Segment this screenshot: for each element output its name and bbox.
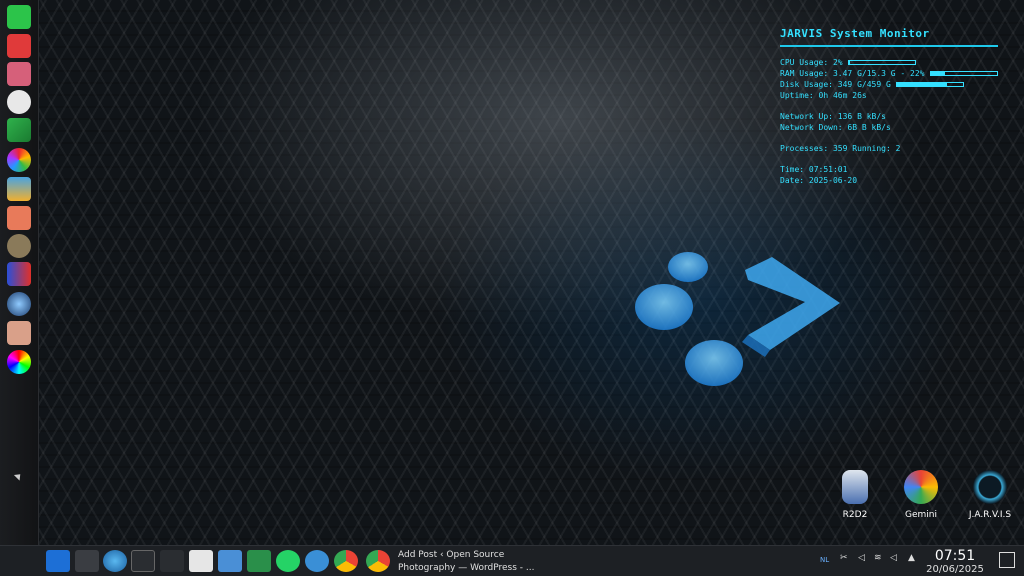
- kde-logo-art: [635, 252, 840, 386]
- desktop-icon-label: R2D2: [842, 510, 868, 520]
- scissors-icon[interactable]: ✂: [840, 553, 848, 563]
- clock-time: 07:51: [934, 548, 976, 564]
- kde-launcher-icon[interactable]: [46, 550, 70, 572]
- aperture-icon[interactable]: [7, 90, 31, 114]
- recycle-icon[interactable]: [247, 550, 271, 572]
- system-monitor-icon[interactable]: [131, 550, 155, 572]
- keyboard-layout-indicator[interactable]: NL: [820, 556, 829, 564]
- mouse-cursor-icon: [13, 471, 24, 481]
- window-title-line1: Add Post ‹ Open Source: [398, 550, 505, 560]
- r2d2-icon: [842, 470, 868, 504]
- date-text: Date: 2025-06-20: [780, 176, 858, 185]
- time-text: Time: 07:51:01: [780, 165, 848, 174]
- stack-icon[interactable]: [7, 262, 31, 286]
- taskbar-window-button[interactable]: Add Post ‹ Open Source Photography — Wor…: [398, 549, 534, 575]
- volume-icon[interactable]: ◁: [858, 553, 865, 563]
- ram-usage-row: RAM Usage: 3.47 G/15.3 G - 22%: [780, 68, 1000, 79]
- window-title-line2: Photography — WordPress - ...: [398, 563, 535, 573]
- cpu-usage-row: CPU Usage: 2%: [780, 57, 1000, 68]
- jarvis-icon: [973, 470, 1007, 504]
- chrome-icon[interactable]: [334, 550, 358, 572]
- gimp-icon[interactable]: [7, 234, 31, 258]
- network-down-text: Network Down: 6B B kB/s: [780, 123, 891, 132]
- whatsapp-icon[interactable]: [276, 550, 300, 572]
- left-dock: [0, 0, 39, 546]
- eye-icon[interactable]: [7, 321, 31, 345]
- desktop-icon-label: J.A.R.V.I.S: [968, 510, 1012, 520]
- monitor-divider: [780, 45, 998, 47]
- document-icon[interactable]: [189, 550, 213, 572]
- desktop-icon-jarvis[interactable]: J.A.R.V.I.S: [955, 470, 1024, 520]
- lens-icon[interactable]: [7, 292, 31, 316]
- show-desktop-button[interactable]: [999, 552, 1015, 568]
- ram-usage-text: RAM Usage: 3.47 G/15.3 G - 22%: [780, 69, 925, 78]
- clock[interactable]: 07:51 20/06/2025: [924, 548, 986, 576]
- camera-icon[interactable]: [7, 62, 31, 86]
- sync-green-icon[interactable]: [7, 5, 31, 29]
- disk-usage-text: Disk Usage: 349 G/459 G: [780, 80, 891, 89]
- taskbar: Add Post ‹ Open Source Photography — Wor…: [0, 545, 1024, 576]
- uptime-text: Uptime: 0h 46m 26s: [780, 91, 867, 100]
- cpu-usage-bar: [847, 60, 916, 65]
- cpu-usage-text: CPU Usage: 2%: [780, 58, 843, 67]
- image-viewer-icon[interactable]: [7, 177, 31, 201]
- network-app-icon[interactable]: [103, 550, 127, 572]
- processes-text: Processes: 359 Running: 2: [780, 144, 901, 153]
- tray-expand-icon[interactable]: ▲: [908, 553, 915, 563]
- network-up-text: Network Up: 136 B kB/s: [780, 112, 886, 121]
- desktop-icon-label: Gemini: [905, 510, 937, 520]
- paint-icon[interactable]: [7, 206, 31, 230]
- desktop-icon-r2d2[interactable]: R2D2: [820, 470, 890, 520]
- disk-usage-bar: [895, 82, 964, 87]
- colorwheel-icon[interactable]: [7, 148, 31, 172]
- disk-usage-row: Disk Usage: 349 G/459 G: [780, 79, 1000, 90]
- settings-sliders-icon[interactable]: [160, 550, 184, 572]
- system-monitor-widget: JARVIS System Monitor CPU Usage: 2% RAM …: [780, 27, 1000, 186]
- speaker-icon[interactable]: ◁: [890, 553, 897, 563]
- file-manager-icon[interactable]: [218, 550, 242, 572]
- monitor-title: JARVIS System Monitor: [780, 27, 930, 40]
- chrome-window-icon[interactable]: [366, 550, 390, 572]
- ram-usage-bar: [929, 71, 998, 76]
- sync-red-icon[interactable]: [7, 34, 31, 58]
- terminal-icon[interactable]: [75, 550, 99, 572]
- gemini-icon: [904, 470, 938, 504]
- clock-date: 20/06/2025: [926, 564, 984, 575]
- color-picker-icon[interactable]: [7, 350, 31, 374]
- thunderbird-icon[interactable]: [305, 550, 329, 572]
- desktop-icon-gemini[interactable]: Gemini: [886, 470, 956, 520]
- photo-icon[interactable]: [7, 118, 31, 142]
- wifi-icon[interactable]: ≋: [874, 553, 882, 563]
